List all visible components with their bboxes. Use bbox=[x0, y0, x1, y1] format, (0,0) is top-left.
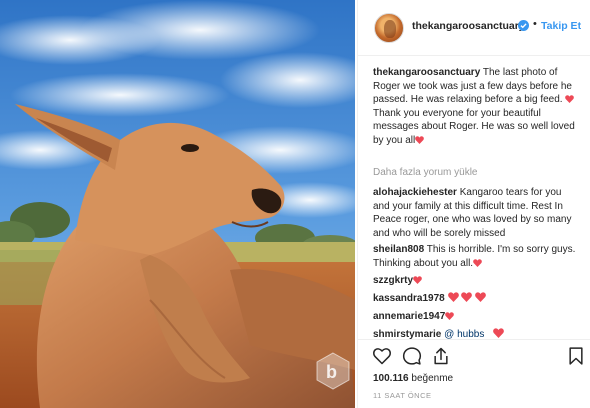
post-side-panel: thekangaroosanctuary • Takip Et thekanga… bbox=[357, 0, 590, 408]
caption-username[interactable]: thekangaroosanctuary bbox=[373, 67, 480, 78]
post-timestamp[interactable]: 11 SAAT ÖNCE bbox=[373, 391, 432, 400]
post-photo[interactable]: b bbox=[0, 0, 355, 408]
header-username[interactable]: thekangaroosanctuary bbox=[412, 20, 525, 32]
comments-list[interactable]: thekangaroosanctuary The last photo of R… bbox=[358, 56, 590, 339]
verified-badge-icon bbox=[518, 20, 529, 31]
share-icon[interactable] bbox=[431, 346, 451, 366]
comment-username[interactable]: shmirstymarie bbox=[373, 329, 441, 339]
comment-username[interactable]: alohajackiehester bbox=[373, 187, 457, 198]
comment-icon[interactable] bbox=[402, 346, 422, 366]
red-heart-emoji bbox=[565, 95, 575, 103]
comment-item: annemarie1947 bbox=[373, 310, 580, 324]
load-more-comments[interactable]: Daha fazla yorum yükle bbox=[373, 167, 478, 178]
red-heart-emoji bbox=[461, 292, 473, 302]
red-heart-emoji bbox=[473, 258, 482, 267]
post-actions: 100.116 beğenme 11 SAAT ÖNCE bbox=[358, 339, 590, 408]
comment-item: alohajackiehester Kangaroo tears for you… bbox=[373, 186, 580, 240]
comment-username[interactable]: annemarie1947 bbox=[373, 311, 445, 322]
avatar[interactable] bbox=[374, 13, 404, 43]
likes-label: beğenme bbox=[411, 373, 454, 384]
comment-item: sheilan808 This is horrible. I'm so sorr… bbox=[373, 243, 580, 270]
comment-item: shmirstymarie @ hubbs bbox=[373, 328, 580, 339]
comment-item: kassandra1978 bbox=[373, 292, 580, 306]
likes-count[interactable]: 100.116 beğenme bbox=[373, 373, 453, 384]
comment-item: szzgkrty bbox=[373, 274, 580, 288]
caption: thekangaroosanctuary The last photo of R… bbox=[373, 66, 580, 147]
caption-text-2: Thank you everyone for your beautiful me… bbox=[373, 107, 575, 146]
likes-number: 100.116 bbox=[373, 373, 409, 384]
comment-username[interactable]: kassandra1978 bbox=[373, 293, 445, 304]
red-heart-emoji bbox=[415, 135, 425, 144]
kangaroo-photo bbox=[0, 0, 355, 408]
watermark-logo: b bbox=[316, 352, 350, 390]
heart-icon[interactable] bbox=[372, 346, 392, 366]
separator-dot: • bbox=[533, 18, 537, 30]
svg-text:b: b bbox=[326, 362, 337, 382]
red-heart-emoji bbox=[475, 292, 486, 302]
red-heart-emoji bbox=[493, 328, 504, 338]
comment-username[interactable]: sheilan808 bbox=[373, 244, 424, 255]
comment-username[interactable]: szzgkrty bbox=[373, 275, 413, 286]
bookmark-icon[interactable] bbox=[566, 346, 586, 366]
red-heart-emoji bbox=[413, 276, 422, 284]
post-header: thekangaroosanctuary • Takip Et bbox=[358, 0, 590, 56]
follow-button[interactable]: Takip Et bbox=[541, 20, 581, 32]
comment-text[interactable]: @ hubbs bbox=[444, 329, 484, 339]
instagram-post: b thekangaroosanctuary • Takip Et thekan… bbox=[0, 0, 590, 408]
red-heart-emoji bbox=[447, 292, 459, 302]
red-heart-emoji bbox=[445, 312, 455, 320]
